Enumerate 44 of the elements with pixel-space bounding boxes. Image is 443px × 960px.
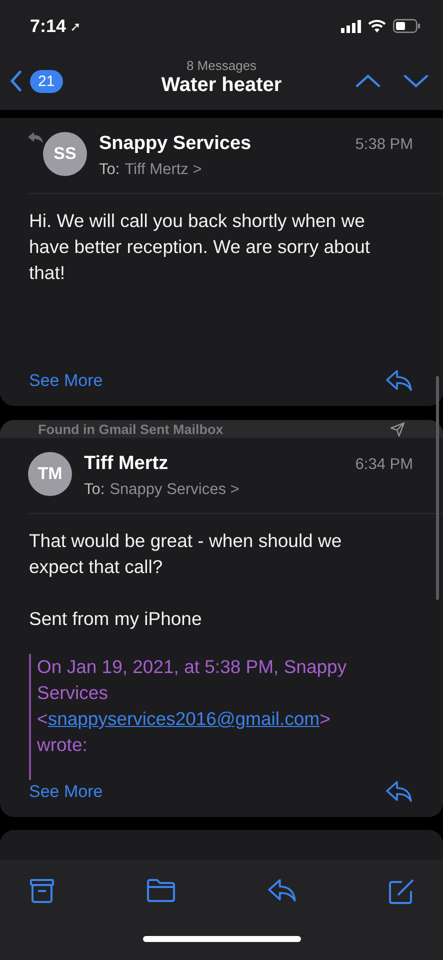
message-text: Hi. We will call you back shortly when we have better reception. We are sorry about that! xyxy=(29,209,372,285)
quoted-header: On Jan 19, 2021, at 5:38 PM, Snappy Services <snappyservices2016@gmail.com> wrote: xyxy=(37,655,348,758)
folder-icon xyxy=(146,878,176,903)
location-arrow-icon: ➚ xyxy=(70,18,82,34)
reply-icon xyxy=(385,780,413,803)
thread-title: Water heater xyxy=(161,74,282,97)
reply-button[interactable] xyxy=(385,780,413,803)
signal-icon xyxy=(341,20,361,32)
see-more-link[interactable]: See More xyxy=(29,782,103,802)
move-to-folder-button[interactable] xyxy=(146,878,176,905)
reply-icon xyxy=(385,369,413,392)
to-label: To: xyxy=(84,481,105,500)
message-time: 6:34 PM xyxy=(355,456,413,474)
sender-name: Snappy Services xyxy=(99,133,252,155)
unread-count-badge: 21 xyxy=(30,70,63,92)
back-button[interactable]: 21 xyxy=(10,70,63,92)
next-message-button[interactable] xyxy=(403,74,429,88)
sender-name: Tiff Mertz xyxy=(84,453,170,476)
compose-icon xyxy=(388,878,415,905)
recipient-link[interactable]: Tiff Mertz > xyxy=(124,161,202,179)
down-chevron-icon xyxy=(403,74,429,88)
up-chevron-icon xyxy=(355,74,381,88)
reply-button[interactable] xyxy=(385,369,413,392)
compose-button[interactable] xyxy=(388,878,415,905)
previous-message-button[interactable] xyxy=(355,74,381,88)
message-count: 8 Messages xyxy=(186,58,257,73)
recipient-link[interactable]: Snappy Services > xyxy=(110,481,240,500)
message-text: That would be great - when should we expect that call? xyxy=(29,529,343,580)
sender-avatar: SS xyxy=(43,132,87,176)
archive-box-icon xyxy=(29,878,55,904)
clock-time: 7:14 xyxy=(30,16,66,36)
see-more-link[interactable]: See More xyxy=(29,370,103,391)
sent-arrow-icon xyxy=(390,422,405,437)
reply-icon xyxy=(267,878,297,903)
battery-icon xyxy=(393,19,421,33)
message-text: Sent from my iPhone xyxy=(29,607,203,632)
message-time: 5:38 PM xyxy=(355,136,413,154)
mailbox-label: Found in Gmail Sent Mailbox xyxy=(38,422,224,437)
to-label: To: xyxy=(99,161,120,179)
wifi-icon xyxy=(368,19,386,33)
sender-avatar: TM xyxy=(28,452,72,496)
email-link[interactable]: snappyservices2016@gmail.com xyxy=(48,708,320,730)
archive-button[interactable] xyxy=(29,878,55,905)
back-chevron-icon xyxy=(10,70,22,92)
